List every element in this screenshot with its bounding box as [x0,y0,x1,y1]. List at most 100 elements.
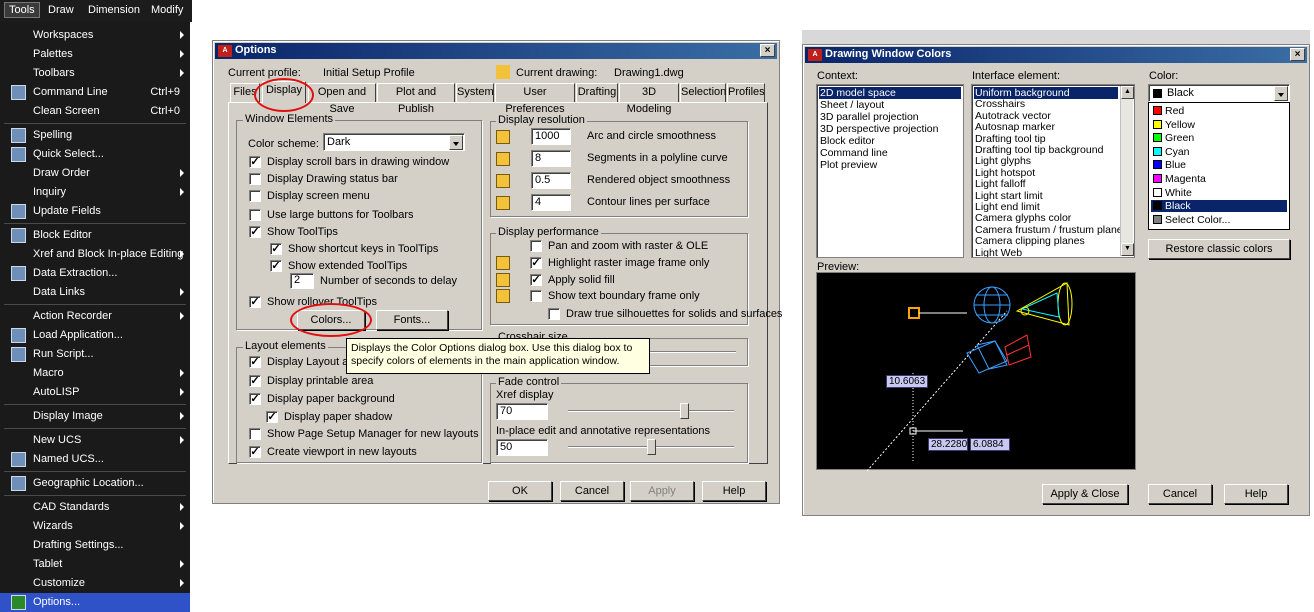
interface-item-light-web[interactable]: Light Web [974,247,1118,257]
crosshair-slider-track[interactable] [640,351,736,353]
color-dropdown-list[interactable]: Red Yellow Green Cyan Blue Magenta White Black S… [1148,102,1290,230]
color-option-blue[interactable]: Blue [1151,159,1287,171]
menu-item-action-recorder[interactable]: Action Recorder [0,307,190,326]
color-select[interactable]: Black [1148,84,1290,102]
cancel-button[interactable]: Cancel [560,481,624,501]
tab-user-preferences[interactable]: User Preferences [495,83,575,115]
menu-tools[interactable]: Tools [4,2,40,18]
window-option-use-large-buttons-for-toolbars-checkbox[interactable] [249,209,261,221]
menu-item-named-ucs[interactable]: Named UCS... [0,450,190,469]
tab-plot-and-publish[interactable]: Plot and Publish [377,83,455,115]
resolution-field-arc-and-circle-smoothness[interactable]: 1000 [531,128,571,145]
layout-option-show-page-setup-manager-for-new-layouts-checkbox[interactable] [249,428,261,440]
menu-item-options[interactable]: Options... [0,593,190,612]
menu-item-geographic-location[interactable]: Geographic Location... [0,474,190,493]
menu-item-drafting-settings[interactable]: Drafting Settings... [0,536,190,555]
color-option-select-color[interactable]: Select Color... [1151,214,1287,226]
color-option-red[interactable]: Red [1151,105,1287,117]
menu-item-quick-select[interactable]: Quick Select... [0,145,190,164]
menu-dimension[interactable]: Dimension [88,4,140,16]
apply-button[interactable]: Apply [630,481,694,501]
color-option-cyan[interactable]: Cyan [1151,146,1287,158]
interface-item-autotrack-vector[interactable]: Autotrack vector [974,110,1118,122]
window-option-display-drawing-status-bar-checkbox[interactable] [249,173,261,185]
performance-option-pan-and-zoom-with-raster-ole-checkbox[interactable] [530,240,542,252]
menu-item-inquiry[interactable]: Inquiry [0,183,190,202]
interface-item-camera-frustum-frustum-plane[interactable]: Camera frustum / frustum plane [974,224,1123,236]
context-item-plot-preview[interactable]: Plot preview [819,159,961,171]
window-option-show-tooltips-checkbox[interactable]: ✓ [249,226,261,238]
interface-item-light-end-limit[interactable]: Light end limit [974,201,1118,213]
interface-item-camera-glyphs-color[interactable]: Camera glyphs color [974,212,1118,224]
tab-system[interactable]: System [456,83,494,102]
window-option-show-shortcut-keys-in-tooltips-checkbox[interactable]: ✓ [270,243,282,255]
color-option-black[interactable]: Black [1151,200,1287,213]
dwc-close-button[interactable]: × [1290,48,1305,61]
window-option-show-rollover-tooltips-checkbox[interactable]: ✓ [249,296,261,308]
xref-display-field[interactable]: 70 [496,403,548,420]
inplace-edit-field[interactable]: 50 [496,439,548,456]
interface-element-listbox[interactable]: Uniform background Crosshairs Autotrack ve… [971,84,1135,258]
context-item-3d-perspective-projection[interactable]: 3D perspective projection [819,123,961,135]
menu-item-load-application[interactable]: Load Application... [0,326,190,345]
context-item-command-line[interactable]: Command line [819,147,961,159]
menu-item-tablet[interactable]: Tablet [0,555,190,574]
tab-open-and-save[interactable]: Open and Save [308,83,376,115]
menu-item-xref-and-block-in-place-editing[interactable]: Xref and Block In-place Editing [0,245,190,264]
interface-item-drafting-tool-tip-background[interactable]: Drafting tool tip background [974,144,1118,156]
menu-item-cad-standards[interactable]: CAD Standards [0,498,190,517]
menu-modify[interactable]: Modify [151,4,183,16]
menu-item-new-ucs[interactable]: New UCS [0,431,190,450]
context-listbox[interactable]: 2D model space Sheet / layout 3D parallel … [816,84,964,258]
interface-item-drafting-tool-tip[interactable]: Drafting tool tip [974,133,1118,145]
interface-item-light-falloff[interactable]: Light falloff [974,178,1118,190]
context-item-block-editor[interactable]: Block editor [819,135,961,147]
layout-option-display-paper-shadow-checkbox[interactable]: ✓ [266,411,278,423]
xref-slider-track[interactable] [568,410,734,412]
tab-drafting[interactable]: Drafting [576,83,618,102]
context-item-sheet-layout[interactable]: Sheet / layout [819,99,961,111]
tab-profiles[interactable]: Profiles [727,83,765,102]
context-item-2d-model-space[interactable]: 2D model space [819,87,961,99]
ok-button[interactable]: OK [488,481,552,501]
menu-item-clean-screen[interactable]: Clean Screen Ctrl+0 [0,102,190,121]
close-button[interactable]: × [760,44,775,57]
menu-item-wizards[interactable]: Wizards [0,517,190,536]
apply-and-close-button[interactable]: Apply & Close [1042,484,1128,504]
interface-item-uniform-background[interactable]: Uniform background [974,87,1118,99]
dropdown-arrow-icon[interactable] [449,135,463,150]
resolution-field-segments-in-a-polyline-curve[interactable]: 8 [531,150,571,167]
interface-item-light-start-limit[interactable]: Light start limit [974,190,1118,202]
performance-option-show-text-boundary-frame-only-checkbox[interactable] [530,290,542,302]
window-option-show-extended-tooltips-checkbox[interactable]: ✓ [270,260,282,272]
scroll-up-icon[interactable]: ▲ [1121,86,1134,99]
color-option-yellow[interactable]: Yellow [1151,119,1287,131]
resolution-field-contour-lines-per-surface[interactable]: 4 [531,194,571,211]
dwc-help-button[interactable]: Help [1224,484,1288,504]
color-option-magenta[interactable]: Magenta [1151,173,1287,185]
restore-classic-colors-button[interactable]: Restore classic colors [1148,239,1290,259]
menu-item-spelling[interactable]: Spelling [0,126,190,145]
color-option-white[interactable]: White [1151,187,1287,199]
menu-item-update-fields[interactable]: Update Fields [0,202,190,221]
help-button[interactable]: Help [702,481,766,501]
scroll-down-icon[interactable]: ▼ [1121,243,1134,256]
menu-item-display-image[interactable]: Display Image [0,407,190,426]
tab-selection[interactable]: Selection [680,83,726,102]
color-scheme-select[interactable]: Dark [323,133,465,151]
layout-option-create-viewport-in-new-layouts-checkbox[interactable]: ✓ [249,446,261,458]
menu-item-customize[interactable]: Customize [0,574,190,593]
menu-item-palettes[interactable]: Palettes [0,45,190,64]
window-option-display-scroll-bars-in-drawing-window-checkbox[interactable]: ✓ [249,156,261,168]
menu-item-autolisp[interactable]: AutoLISP [0,383,190,402]
menu-item-toolbars[interactable]: Toolbars [0,64,190,83]
delay-seconds-field[interactable]: 2 [290,273,314,289]
color-option-green[interactable]: Green [1151,132,1287,144]
interface-scrollbar[interactable]: ▲ ▼ [1120,86,1134,256]
xref-slider-thumb[interactable] [680,403,690,419]
window-option-display-screen-menu-checkbox[interactable] [249,190,261,202]
menu-item-run-script[interactable]: Run Script... [0,345,190,364]
menu-item-workspaces[interactable]: Workspaces [0,26,190,45]
layout-option-display-paper-background-checkbox[interactable]: ✓ [249,393,261,405]
context-item-3d-parallel-projection[interactable]: 3D parallel projection [819,111,961,123]
